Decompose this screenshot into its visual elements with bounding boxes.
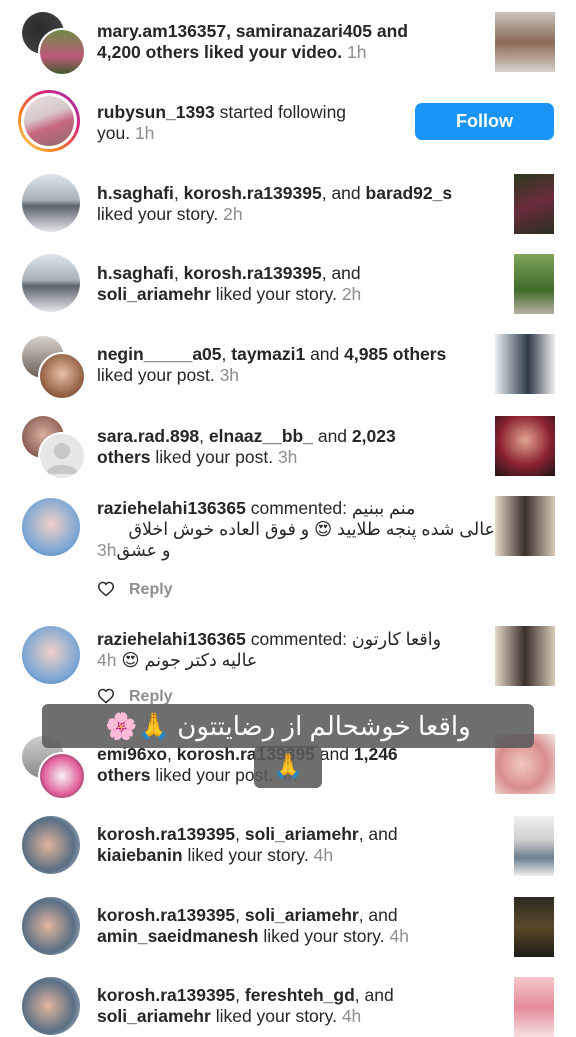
avatar — [22, 977, 80, 1035]
avatar-stack[interactable] — [22, 626, 82, 686]
post-thumbnail[interactable] — [495, 626, 555, 686]
avatar — [22, 498, 80, 556]
story-thumbnail[interactable] — [514, 254, 554, 314]
comment-text: raziehelahi136365 commented: منم ببنیم ع… — [97, 498, 495, 560]
notification-row[interactable]: h.saghafi, korosh.ra139395, and barad92_… — [0, 162, 576, 243]
avatar — [22, 254, 80, 312]
notification-text: korosh.ra139395, soli_ariamehr, and kiai… — [97, 824, 398, 865]
avatar — [38, 752, 86, 800]
avatar-stack[interactable] — [22, 416, 86, 480]
story-thumbnail[interactable] — [514, 977, 554, 1037]
notification-row[interactable]: h.saghafi, korosh.ra139395, and soli_ari… — [0, 243, 576, 324]
reply-button[interactable]: Reply — [129, 581, 173, 599]
story-thumbnail[interactable] — [514, 174, 554, 234]
avatar — [38, 28, 86, 76]
avatar — [24, 96, 74, 146]
story-emoji-overlay: 🙏 — [254, 746, 322, 788]
post-thumbnail[interactable] — [495, 12, 555, 72]
avatar-stack[interactable] — [22, 12, 86, 76]
notification-text: negin_____a05, taymazi1 and 4,985 others… — [97, 344, 447, 385]
avatar-stack[interactable] — [22, 336, 86, 400]
avatar-stack[interactable] — [22, 977, 82, 1037]
avatar — [38, 352, 86, 400]
notification-row[interactable]: korosh.ra139395, soli_ariamehr, and amin… — [0, 892, 576, 972]
notification-text: emi96xo, korosh.ra139395 and 1,246 other… — [97, 744, 398, 785]
avatar-stack[interactable] — [22, 174, 82, 234]
avatar-stack[interactable] — [22, 254, 82, 314]
avatar — [38, 432, 86, 480]
notification-text: h.saghafi, korosh.ra139395, and soli_ari… — [97, 263, 362, 304]
avatar — [22, 816, 80, 874]
notification-row[interactable]: korosh.ra139395, soli_ariamehr, and kiai… — [0, 810, 576, 892]
avatar-stack[interactable] — [22, 816, 82, 876]
notification-text: rubysun_1393 started following you. 1h — [97, 102, 347, 143]
story-caption-overlay: واقعا خوشحالم از رضایتتون 🙏🌸 — [42, 704, 534, 748]
avatar — [22, 174, 80, 232]
notification-text: mary.am136357, samiranazari405 and 4,200… — [97, 21, 408, 62]
heart-icon[interactable] — [97, 688, 115, 704]
story-ring-avatar[interactable] — [18, 90, 80, 152]
follow-button[interactable]: Follow — [415, 103, 554, 140]
avatar-stack[interactable] — [22, 498, 82, 558]
notification-text: korosh.ra139395, fereshteh_gd, and soli_… — [97, 985, 394, 1026]
story-thumbnail[interactable] — [514, 897, 554, 957]
comment-text: raziehelahi136365 commented: واقعا کارتو… — [97, 629, 442, 670]
post-thumbnail[interactable] — [495, 496, 555, 556]
avatar — [22, 626, 80, 684]
notification-text: korosh.ra139395, soli_ariamehr, and amin… — [97, 905, 409, 946]
post-thumbnail[interactable] — [495, 334, 555, 394]
heart-icon[interactable] — [97, 581, 115, 597]
notification-row[interactable]: rubysun_1393 started following you. 1h F… — [0, 80, 576, 162]
notification-text: sara.rad.898, elnaaz__bb_ and 2,023 othe… — [97, 426, 396, 467]
notification-row[interactable]: mary.am136357, samiranazari405 and 4,200… — [0, 0, 576, 80]
notification-row[interactable]: negin_____a05, taymazi1 and 4,985 others… — [0, 324, 576, 406]
avatar-stack[interactable] — [22, 897, 82, 957]
comment-notification-row[interactable]: raziehelahi136365 commented: منم ببنیم ع… — [0, 486, 576, 620]
default-avatar-icon — [46, 443, 78, 474]
notification-text: h.saghafi, korosh.ra139395, and barad92_… — [97, 183, 453, 224]
post-thumbnail[interactable] — [495, 416, 555, 476]
notification-row[interactable]: korosh.ra139395, fereshteh_gd, and soli_… — [0, 972, 576, 1037]
notification-row[interactable]: sara.rad.898, elnaaz__bb_ and 2,023 othe… — [0, 406, 576, 486]
story-thumbnail[interactable] — [514, 816, 554, 876]
avatar — [22, 897, 80, 955]
